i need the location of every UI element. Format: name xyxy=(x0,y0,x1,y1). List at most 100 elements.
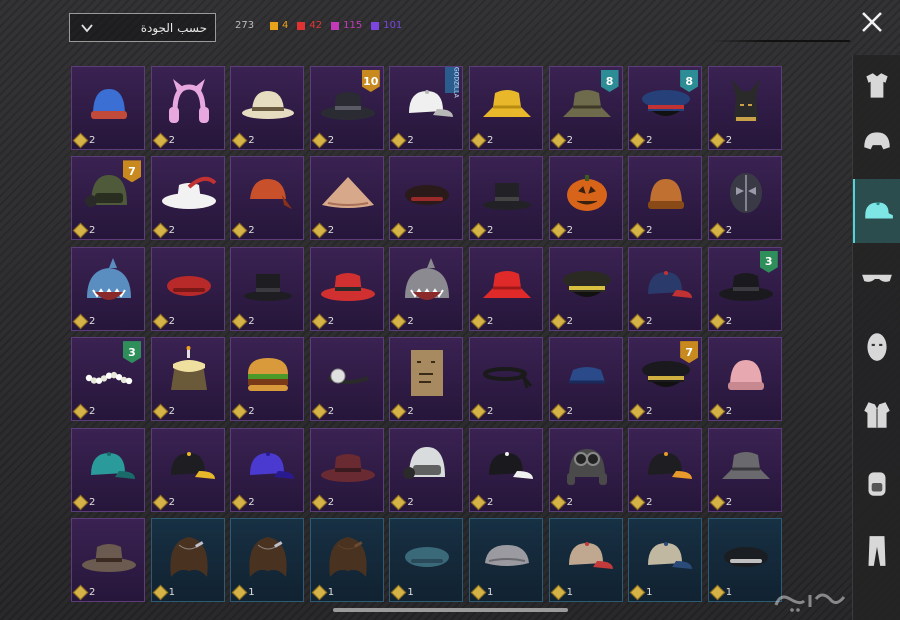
item-slot-shark-head-gray[interactable]: 2 xyxy=(389,246,464,331)
sidebar-item-backpack[interactable] xyxy=(853,451,900,515)
item-slot-aviator-cap-goggles[interactable]: 2 xyxy=(548,427,623,512)
item-slot-captain-hat[interactable]: 72 xyxy=(628,337,703,422)
item-slot-luchador-mask[interactable]: 2 xyxy=(707,156,782,241)
quantity-value: 2 xyxy=(725,315,733,327)
item-slot-brown-hair-clip-2[interactable]: 1 xyxy=(230,517,305,602)
item-quantity: 2 xyxy=(231,223,255,239)
item-quantity: 1 xyxy=(470,584,493,601)
paper-bag-mask-icon xyxy=(411,350,444,397)
quantity-value: 2 xyxy=(486,496,494,508)
item-slot-teal-cap[interactable]: 2 xyxy=(71,427,145,512)
quantity-value: 2 xyxy=(646,496,653,508)
item-quantity: 1 xyxy=(231,584,255,601)
quantity-value: 2 xyxy=(646,135,653,146)
quantity-value: 2 xyxy=(89,406,96,418)
teal-beret-icon xyxy=(405,546,450,567)
item-slot-yellow-bucket-hat[interactable]: 2 xyxy=(468,66,543,150)
rarity-count: 101 xyxy=(371,20,402,31)
item-slot-knit-beanie[interactable]: 2 xyxy=(71,66,145,150)
item-slot-red-beret[interactable]: 2 xyxy=(150,246,225,331)
pumpkin-head-icon xyxy=(566,175,607,212)
item-slot-bandana-red[interactable]: 2 xyxy=(230,156,305,241)
rarity-count-value: 42 xyxy=(309,20,323,31)
item-slot-paper-bag-mask[interactable]: 2 xyxy=(389,337,464,422)
item-quantity: 2 xyxy=(311,494,334,510)
item-slot-teal-beret[interactable]: 1 xyxy=(389,517,464,602)
shark-hood-icon xyxy=(87,257,131,300)
item-slot-musketeer-hat[interactable]: 2 xyxy=(150,156,225,241)
item-slot-gray-flat-cap[interactable]: 1 xyxy=(468,517,543,602)
item-slot-officer-cap-blue[interactable]: 82 xyxy=(628,66,703,150)
item-slot-pink-beanie[interactable]: 2 xyxy=(707,337,782,422)
item-slot-brown-hair-3[interactable]: 1 xyxy=(309,517,384,602)
item-slot-trucker-cap-blue[interactable]: 1 xyxy=(628,517,703,602)
quantity-value: 2 xyxy=(407,135,414,146)
item-slot-pith-helmet[interactable]: 2 xyxy=(230,66,305,150)
sidebar-item-helmet[interactable] xyxy=(853,111,900,175)
rarity-count-value: 101 xyxy=(383,20,403,31)
item-slot-head-mirror[interactable]: 2 xyxy=(309,337,384,422)
sidebar-item-glasses[interactable] xyxy=(853,247,900,311)
item-slot-pumpkin-head[interactable]: 2 xyxy=(548,156,623,241)
item-slot-camo-boonie[interactable]: 82 xyxy=(548,66,623,150)
item-slot-police-cap[interactable]: 2 xyxy=(548,246,623,331)
quantity-value: 2 xyxy=(327,135,335,146)
sidebar-item-outfit[interactable] xyxy=(853,55,900,119)
item-slot-fedora-black[interactable]: 10 2 xyxy=(309,66,384,150)
coin-icon xyxy=(550,494,566,510)
item-slot-purple-cap[interactable]: 2 xyxy=(230,427,305,512)
item-slot-camo-bush-hat[interactable]: 2 xyxy=(707,427,782,512)
item-slot-white-cap[interactable]: GODZILLA 2 xyxy=(389,66,464,150)
item-slot-trucker-cap-red[interactable]: 1 xyxy=(548,517,623,602)
item-slot-maroon-fedora[interactable]: 2 xyxy=(309,427,384,512)
item-slot-black-cap-yellow[interactable]: 2 xyxy=(150,427,225,512)
item-slot-headband-black[interactable]: 2 xyxy=(468,337,543,422)
coin-icon xyxy=(72,132,89,149)
item-slot-brown-hair-clip[interactable]: 1 xyxy=(150,517,225,602)
item-slot-blue-garrison-cap[interactable]: 2 xyxy=(548,337,623,422)
item-slot-black-fedora-gold[interactable]: 32 xyxy=(707,246,782,331)
sidebar-item-hat[interactable] xyxy=(853,179,900,243)
item-quantity: 2 xyxy=(391,132,414,149)
item-slot-cowboy-hat-brown[interactable]: 2 xyxy=(71,517,145,602)
flame-cap-icon xyxy=(648,451,693,479)
item-slot-cake-hat[interactable]: 2 xyxy=(150,337,225,422)
sort-dropdown[interactable]: حسب الجودة xyxy=(69,13,216,42)
item-slot-red-fedora[interactable]: 2 xyxy=(309,246,384,331)
item-quantity: 2 xyxy=(550,132,573,149)
item-quantity: 2 xyxy=(231,403,255,420)
close-icon[interactable] xyxy=(858,8,886,36)
item-slot-anubis-mask[interactable]: 2 xyxy=(707,66,782,150)
coin-icon xyxy=(152,313,168,330)
item-quantity: 2 xyxy=(470,313,493,330)
coin-icon xyxy=(391,132,407,149)
coin-icon xyxy=(311,403,328,420)
quantity-value: 2 xyxy=(168,315,175,327)
quantity-value: 2 xyxy=(725,225,733,237)
item-slot-black-beret-red[interactable]: 2 xyxy=(389,156,464,241)
sidebar-item-mask[interactable] xyxy=(853,315,900,379)
sidebar-item-pants[interactable] xyxy=(853,519,900,583)
item-slot-cat-ear-headphones[interactable]: 2 xyxy=(150,66,225,150)
quantity-value: 2 xyxy=(89,496,96,508)
item-slot-red-bucket-hat[interactable]: 2 xyxy=(468,246,543,331)
pith-helmet-icon xyxy=(242,91,295,119)
item-slot-shark-hood[interactable]: 2 xyxy=(71,246,145,331)
rarity-swatch xyxy=(371,21,380,30)
item-slot-burger-hat[interactable]: 2 xyxy=(230,337,305,422)
brown-hair-clip-icon xyxy=(169,536,208,577)
item-slot-checkered-helmet[interactable]: 2 xyxy=(389,427,464,512)
item-quantity: 2 xyxy=(152,403,175,420)
item-slot-top-hat-black[interactable]: 2 xyxy=(468,156,543,241)
item-slot-bowler-black[interactable]: 2 xyxy=(230,246,305,331)
item-slot-flower-crown[interactable]: 32 xyxy=(71,337,145,422)
item-slot-tactical-helmet-headset[interactable]: 72 xyxy=(71,156,145,241)
sidebar-item-jacket[interactable] xyxy=(853,383,900,447)
home-indicator[interactable] xyxy=(333,608,568,612)
item-slot-navy-cap-n[interactable]: 2 xyxy=(628,246,703,331)
item-slot-flame-cap[interactable]: 2 xyxy=(628,427,703,512)
item-slot-orange-beanie[interactable]: 2 xyxy=(628,156,703,241)
item-quantity: 2 xyxy=(391,223,414,239)
item-slot-black-cap-white[interactable]: 2 xyxy=(468,427,543,512)
item-slot-conical-straw-hat[interactable]: 2 xyxy=(309,156,384,241)
